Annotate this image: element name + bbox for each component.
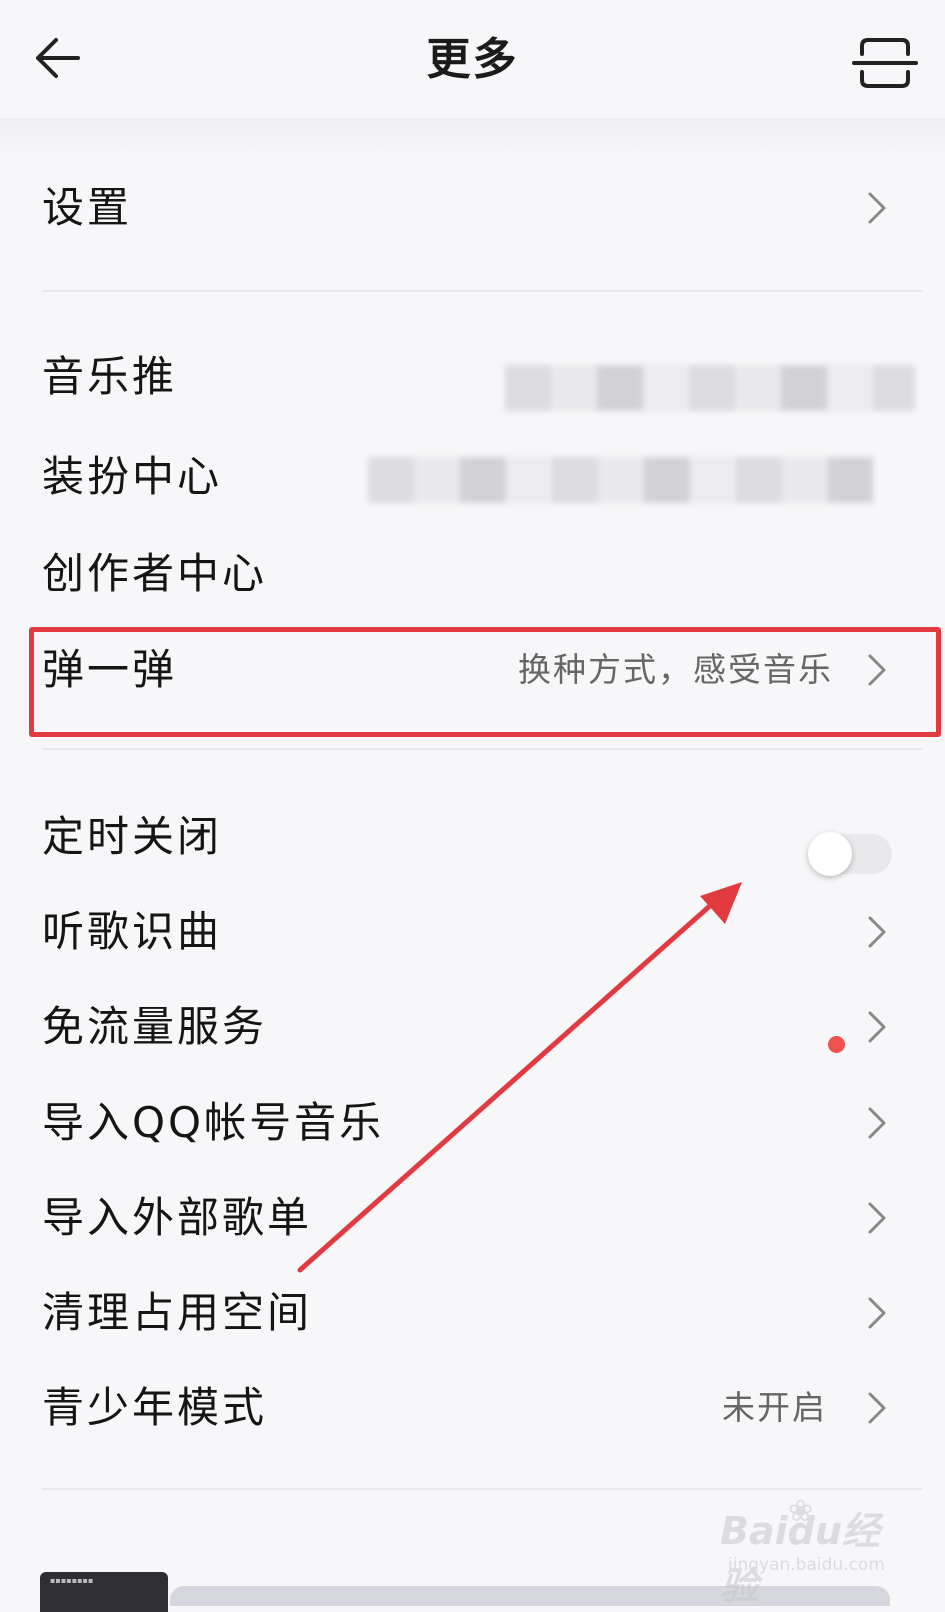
menu-item-music-push[interactable]: 音乐推 <box>0 345 945 411</box>
playing-cover-thumbnail[interactable]: ▪▪▪▪▪▪▪▪ <box>40 1572 168 1612</box>
chevron-right-icon <box>868 1392 886 1424</box>
timer-off-label: 定时关闭 <box>42 812 223 861</box>
menu-item-timer-off: 定时关闭 <box>0 805 945 869</box>
teen-mode-status: 未开启 <box>722 1388 827 1427</box>
menu-item-song-recognition[interactable]: 听歌识曲 <box>0 900 945 964</box>
chevron-right-icon <box>868 1011 886 1043</box>
dress-center-label: 装扮中心 <box>42 452 223 501</box>
timer-off-toggle[interactable] <box>808 832 892 876</box>
scan-icon[interactable] <box>852 36 918 90</box>
header-bar: 更多 <box>0 0 945 118</box>
section-divider <box>42 290 922 292</box>
section-divider <box>42 1488 922 1490</box>
creator-center-label: 创作者中心 <box>42 549 268 598</box>
chevron-right-icon <box>868 1107 886 1139</box>
highlight-box <box>29 627 941 737</box>
chevron-right-icon <box>868 916 886 948</box>
chevron-right-icon <box>868 1297 886 1329</box>
menu-item-dress-center[interactable]: 装扮中心 <box>0 445 945 509</box>
free-data-label: 免流量服务 <box>42 1002 268 1051</box>
clean-space-label: 清理占用空间 <box>42 1288 313 1337</box>
cover-art-texture: ▪▪▪▪▪▪▪▪ <box>50 1576 94 1585</box>
header-shadow <box>0 118 945 158</box>
menu-item-import-qq[interactable]: 导入QQ帐号音乐 <box>0 1091 945 1155</box>
menu-item-import-external[interactable]: 导入外部歌单 <box>0 1186 945 1250</box>
music-push-label: 音乐推 <box>42 352 178 401</box>
menu-item-free-data[interactable]: 免流量服务 <box>0 995 945 1059</box>
notification-dot <box>828 1036 845 1053</box>
blurred-subtitle <box>368 457 873 503</box>
blurred-subtitle <box>505 365 915 411</box>
baidu-watermark: Baidu经验 ❀ jingyan.baidu.com <box>720 1494 910 1608</box>
import-external-label: 导入外部歌单 <box>42 1193 313 1242</box>
chevron-right-icon <box>868 1202 886 1234</box>
settings-label: 设置 <box>42 183 133 232</box>
page-title: 更多 <box>426 34 519 85</box>
import-qq-label: 导入QQ帐号音乐 <box>42 1098 385 1147</box>
menu-item-teen-mode[interactable]: 青少年模式 未开启 <box>0 1376 945 1440</box>
menu-item-clean-space[interactable]: 清理占用空间 <box>0 1281 945 1345</box>
teen-mode-label: 青少年模式 <box>42 1383 268 1432</box>
menu-item-settings[interactable]: 设置 <box>0 176 945 240</box>
section-divider <box>42 748 922 750</box>
song-recognition-label: 听歌识曲 <box>42 907 223 956</box>
menu-item-creator-center[interactable]: 创作者中心 <box>0 542 945 606</box>
chevron-right-icon <box>868 192 886 224</box>
watermark-url: jingyan.baidu.com <box>728 1555 885 1575</box>
toggle-knob <box>808 832 852 876</box>
annotation-arrow <box>297 882 742 1273</box>
paw-icon: ❀ <box>788 1494 814 1529</box>
